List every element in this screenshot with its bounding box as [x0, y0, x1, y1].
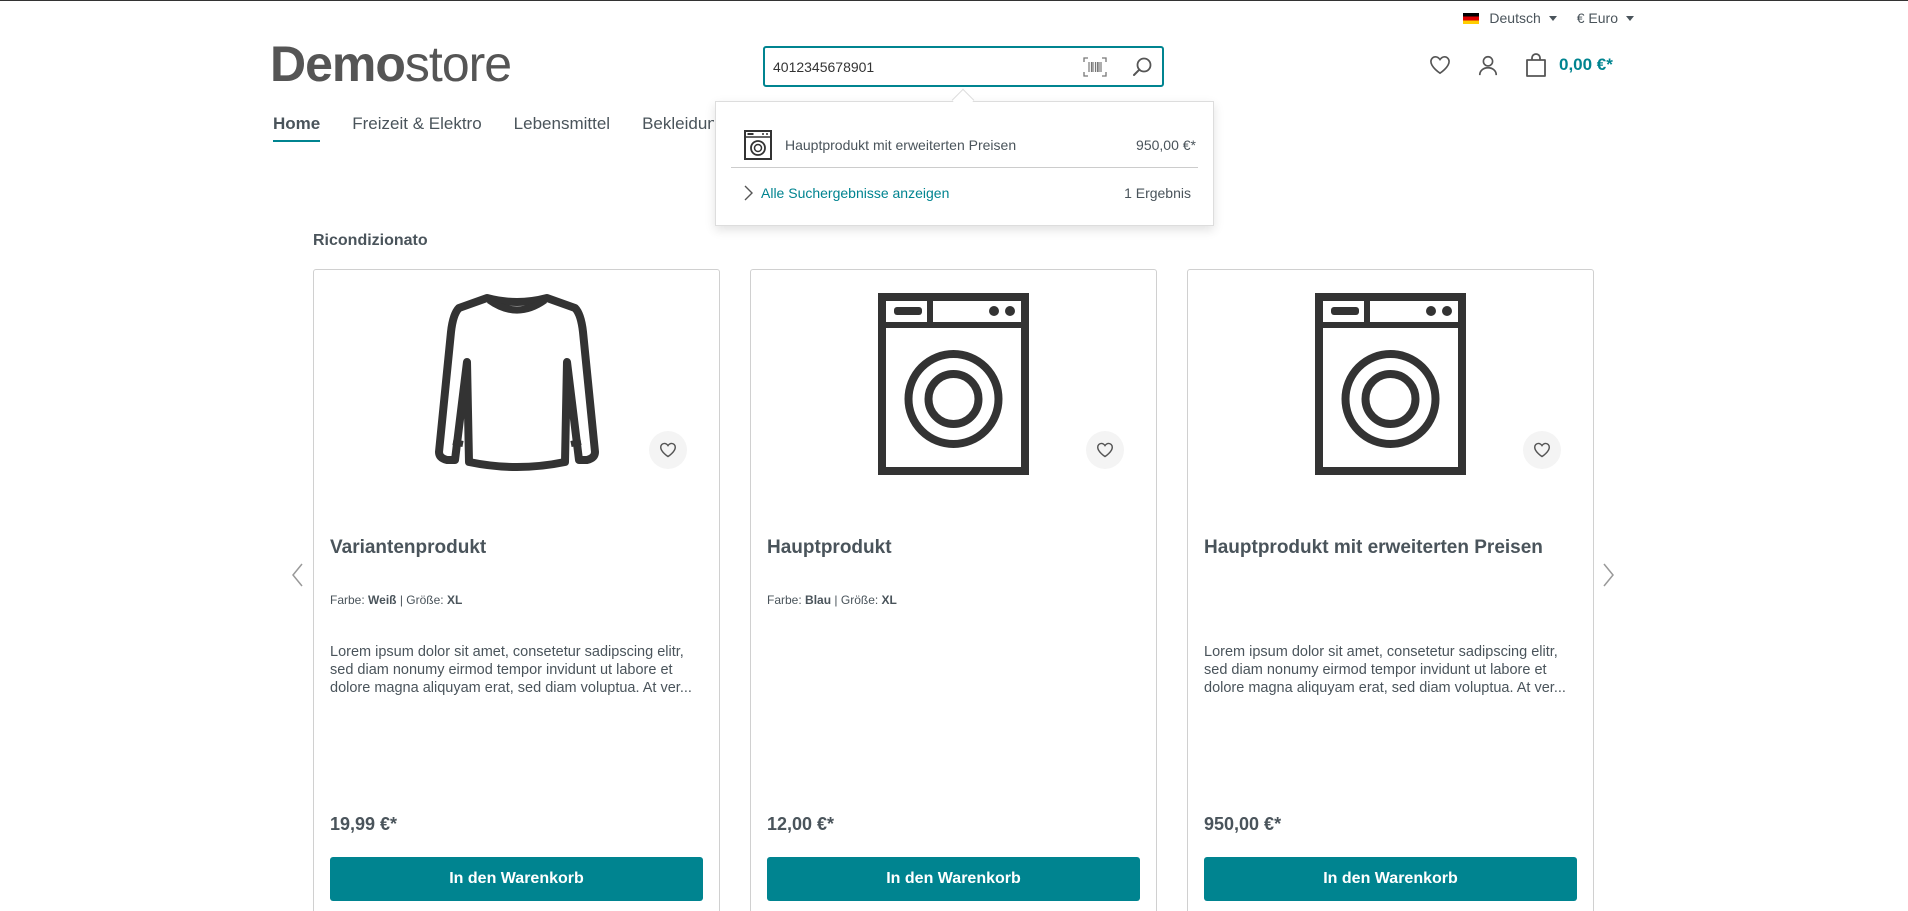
language-selector[interactable]: Deutsch	[1463, 10, 1557, 26]
heart-icon	[659, 442, 677, 458]
heart-icon	[1533, 442, 1551, 458]
property-separator: |	[834, 593, 838, 607]
result-count: 1 Ergebnis	[1124, 185, 1191, 201]
heart-icon	[1096, 442, 1114, 458]
property-separator: |	[399, 593, 403, 607]
heart-icon	[1430, 55, 1450, 75]
account-button[interactable]	[1475, 52, 1501, 78]
property-label: Größe:	[840, 593, 879, 607]
search-icon[interactable]	[1131, 56, 1155, 78]
nav-item-lebensmittel[interactable]: Lebensmittel	[514, 114, 610, 142]
wishlist-toggle[interactable]	[1086, 431, 1124, 469]
product-properties: Farbe: Weiß | Größe: XL	[330, 593, 462, 607]
product-description: Lorem ipsum dolor sit amet, consetetur s…	[330, 644, 692, 696]
header-actions: 0,00 €*	[1427, 52, 1613, 78]
caret-down-icon	[1548, 15, 1557, 21]
logo-light: store	[404, 36, 512, 92]
property-value: Blau	[805, 593, 832, 607]
search-input[interactable]	[773, 56, 1073, 78]
add-to-cart-button[interactable]: In den Warenkorb	[767, 857, 1140, 901]
caret-down-icon	[1626, 15, 1634, 21]
wishlist-toggle[interactable]	[1523, 431, 1561, 469]
section-title: Ricondizionato	[313, 232, 428, 249]
washing-machine-icon	[1315, 293, 1466, 475]
product-price: 12,00 €*	[767, 814, 835, 834]
washing-machine-icon	[878, 293, 1029, 475]
product-price: 19,99 €*	[330, 814, 398, 834]
property-label: Farbe:	[330, 593, 365, 607]
slider-next-arrow-icon[interactable]	[1599, 562, 1617, 588]
product-card[interactable]: Variantenprodukt Farbe: Weiß | Größe: XL…	[313, 269, 720, 911]
language-label: Deutsch	[1489, 10, 1541, 26]
wishlist-button[interactable]	[1427, 52, 1453, 78]
cart-button[interactable]	[1523, 52, 1549, 78]
german-flag-icon	[1463, 12, 1480, 24]
cart-total[interactable]: 0,00 €*	[1559, 55, 1613, 75]
product-title[interactable]: Hauptprodukt mit erweiterten Preisen	[1204, 537, 1543, 559]
chevron-right-icon	[744, 185, 753, 201]
wishlist-toggle[interactable]	[649, 431, 687, 469]
slider-prev-arrow-icon[interactable]	[289, 562, 307, 588]
topbar: Deutsch € Euro	[1463, 10, 1634, 26]
product-description: Lorem ipsum dolor sit amet, consetetur s…	[1204, 644, 1566, 696]
top-border	[0, 0, 1908, 1]
nav-item-freizeit-elektro[interactable]: Freizeit & Elektro	[352, 114, 481, 142]
washing-machine-icon	[744, 129, 772, 160]
property-value: Weiß	[368, 593, 397, 607]
currency-selector[interactable]: € Euro	[1577, 10, 1634, 26]
product-properties: Farbe: Blau | Größe: XL	[767, 593, 897, 607]
product-title[interactable]: Hauptprodukt	[767, 537, 892, 559]
all-results-link[interactable]: Alle Suchergebnisse anzeigen	[761, 185, 1124, 201]
search-result-item[interactable]: Hauptprodukt mit erweiterten Preisen 950…	[731, 122, 1198, 168]
product-card[interactable]: Hauptprodukt mit erweiterten Preisen Lor…	[1187, 269, 1594, 911]
logo-bold: Demo	[270, 36, 406, 92]
shirt-icon	[434, 294, 599, 471]
property-value: XL	[446, 593, 463, 607]
property-label: Farbe:	[767, 593, 802, 607]
search-result-name: Hauptprodukt mit erweiterten Preisen	[785, 136, 1017, 153]
nav-item-bekleidung[interactable]: Bekleidung	[642, 114, 714, 142]
shopping-bag-icon	[1526, 53, 1546, 77]
search-result-price: 950,00 €*	[1136, 136, 1196, 153]
barcode-scanner-icon[interactable]	[1083, 57, 1107, 77]
nav-item-home[interactable]: Home	[273, 114, 321, 142]
currency-label: € Euro	[1576, 10, 1618, 26]
search-box	[763, 46, 1164, 87]
product-card[interactable]: Hauptprodukt Farbe: Blau | Größe: XL 12,…	[750, 269, 1157, 911]
property-value: XL	[881, 593, 897, 607]
property-label: Größe:	[406, 593, 444, 607]
add-to-cart-button[interactable]: In den Warenkorb	[1204, 857, 1577, 901]
product-price: 950,00 €*	[1204, 814, 1282, 834]
all-results-row: Alle Suchergebnisse anzeigen 1 Ergebnis	[731, 182, 1191, 204]
search-suggestions: Hauptprodukt mit erweiterten Preisen 950…	[715, 101, 1214, 226]
store-logo[interactable]: Demostore	[270, 36, 512, 92]
add-to-cart-button[interactable]: In den Warenkorb	[330, 857, 703, 901]
product-title[interactable]: Variantenprodukt	[330, 537, 486, 559]
user-icon	[1478, 55, 1498, 76]
main-navigation: Home Freizeit & Elektro Lebensmittel Bek…	[270, 108, 714, 148]
